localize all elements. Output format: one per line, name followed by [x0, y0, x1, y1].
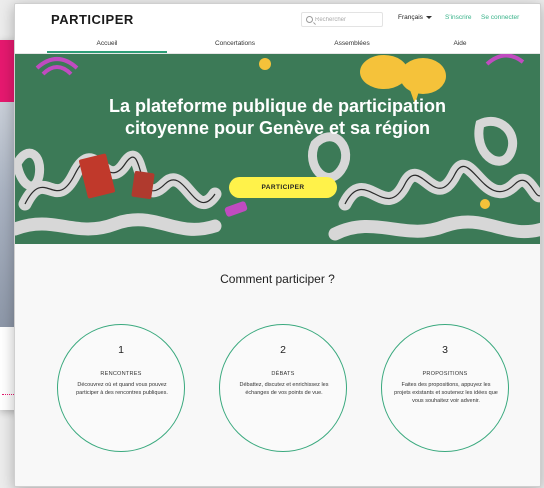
- step-number: 2: [280, 344, 286, 356]
- browser-window: PARTICIPER Français S'inscrire Se connec…: [14, 3, 541, 487]
- tab-accueil[interactable]: Accueil: [47, 40, 167, 47]
- search-box[interactable]: [301, 12, 383, 27]
- search-input[interactable]: [315, 14, 381, 26]
- step-description: Débattez, discutez et enrichissez les éc…: [239, 382, 329, 396]
- step-title: RENCONTRES: [100, 371, 142, 377]
- tab-aide[interactable]: Aide: [415, 40, 505, 47]
- speech-bubble-shape: [400, 58, 446, 94]
- search-icon: [306, 16, 313, 23]
- language-selector[interactable]: Français: [398, 14, 432, 21]
- hero-illustration: [15, 54, 540, 241]
- book-shape: [79, 153, 115, 199]
- step-number: 1: [118, 344, 124, 356]
- login-link[interactable]: Se connecter: [481, 14, 519, 21]
- screenshot-stage: PARTICIPER Français S'inscrire Se connec…: [0, 0, 544, 488]
- participer-button[interactable]: PARTICIPER: [229, 177, 337, 198]
- step-description: Découvrez où et quand vous pouvez partic…: [76, 382, 168, 396]
- top-bar: PARTICIPER Français S'inscrire Se connec…: [15, 4, 540, 34]
- step-card-propositions[interactable]: 3 PROPOSITIONS Faites des propositions, …: [381, 324, 509, 452]
- language-label: Français: [398, 14, 423, 21]
- hero-banner: La plateforme publique de participation …: [15, 54, 540, 244]
- main-nav: Accueil Concertations Assemblées Aide: [15, 34, 540, 54]
- tab-assemblees[interactable]: Assemblées: [302, 40, 402, 47]
- brand-logo[interactable]: PARTICIPER: [51, 12, 134, 27]
- step-title: DÉBATS: [271, 371, 295, 377]
- signup-link[interactable]: S'inscrire: [445, 14, 472, 21]
- step-card-rencontres[interactable]: 1 RENCONTRES Découvrez où et quand vous …: [57, 324, 185, 452]
- how-to-participate-section: Comment participer ? 1 RENCONTRES Découv…: [15, 244, 540, 486]
- section-title: Comment participer ?: [220, 272, 335, 286]
- step-number: 3: [442, 344, 448, 356]
- step-title: PROPOSITIONS: [422, 371, 468, 377]
- hero-title-line-1: La plateforme publique de participation: [108, 96, 447, 116]
- active-tab-indicator: [47, 51, 167, 53]
- hero-title: La plateforme publique de participation …: [15, 95, 540, 139]
- tab-concertations[interactable]: Concertations: [180, 40, 290, 47]
- step-description: Faites des propositions, appuyez les pro…: [394, 382, 498, 404]
- hero-title-line-2: citoyenne pour Genève et sa région: [124, 118, 431, 138]
- chevron-down-icon: [425, 16, 432, 19]
- step-card-debats[interactable]: 2 DÉBATS Débattez, discutez et enrichiss…: [219, 324, 347, 452]
